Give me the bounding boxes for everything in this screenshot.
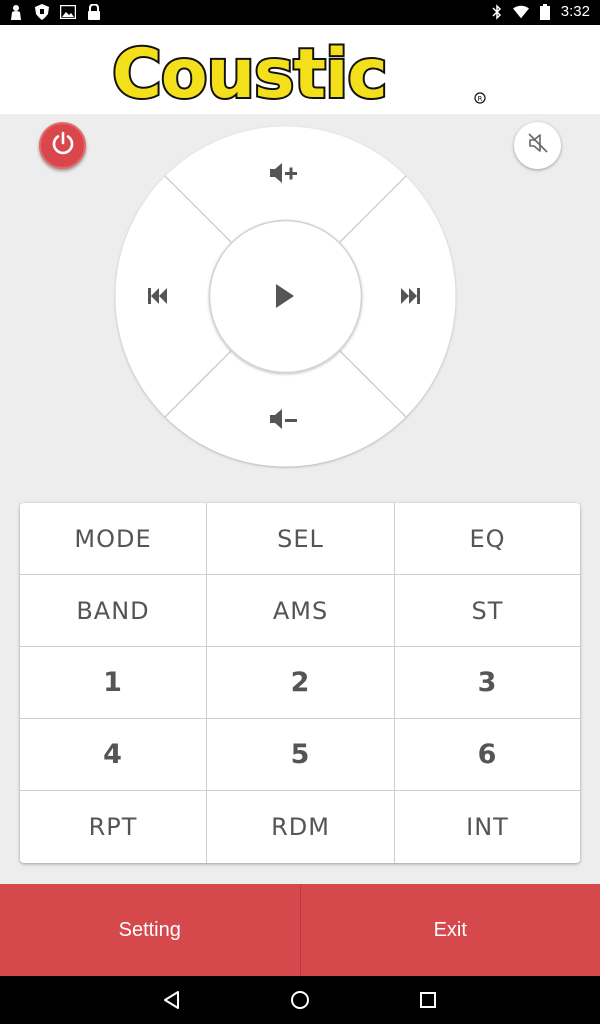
ams-key[interactable]: AMS: [207, 575, 395, 647]
bottom-action-bar: Setting Exit: [0, 884, 600, 976]
recents-button[interactable]: [414, 986, 442, 1014]
bluetooth-icon: [489, 3, 505, 20]
coustic-logo: Coustic R: [108, 33, 488, 116]
home-icon: [291, 991, 309, 1009]
band-key[interactable]: BAND: [20, 575, 207, 647]
key-2[interactable]: 2: [207, 647, 395, 719]
rpt-key[interactable]: RPT: [20, 791, 207, 863]
rdm-key[interactable]: RDM: [207, 791, 395, 863]
power-icon: [50, 130, 76, 161]
image-icon: [60, 4, 76, 20]
mode-key[interactable]: MODE: [20, 503, 207, 575]
battery-icon: [537, 3, 553, 20]
recents-icon: [420, 992, 436, 1008]
mute-button[interactable]: [514, 122, 561, 169]
system-nav-bar: [0, 976, 600, 1024]
wifi-icon: [512, 4, 529, 20]
app-header: Coustic R: [0, 25, 600, 116]
svg-text:Coustic: Coustic: [112, 37, 387, 107]
shield-icon: [34, 4, 50, 20]
key-5[interactable]: 5: [207, 719, 395, 791]
mute-icon: [525, 130, 551, 161]
key-6[interactable]: 6: [395, 719, 580, 791]
person-icon: [8, 4, 24, 20]
key-4[interactable]: 4: [20, 719, 207, 791]
key-1[interactable]: 1: [20, 647, 207, 719]
home-button[interactable]: [286, 986, 314, 1014]
keypad: MODE SEL EQ BAND AMS ST 1 2 3 4 5 6 RPT …: [20, 503, 580, 863]
status-bar: 3:32: [0, 0, 600, 25]
setting-button[interactable]: Setting: [0, 884, 300, 976]
media-dpad: [113, 124, 458, 469]
sel-key[interactable]: SEL: [207, 503, 395, 575]
power-button[interactable]: [39, 122, 86, 169]
st-key[interactable]: ST: [395, 575, 580, 647]
play-button[interactable]: [208, 219, 363, 374]
back-button[interactable]: [158, 986, 186, 1014]
eq-key[interactable]: EQ: [395, 503, 580, 575]
exit-button[interactable]: Exit: [301, 884, 600, 976]
status-clock: 3:32: [560, 3, 590, 20]
svg-text:R: R: [478, 95, 483, 103]
back-icon: [164, 991, 179, 1009]
int-key[interactable]: INT: [395, 791, 580, 863]
lock-icon: [86, 4, 102, 20]
key-3[interactable]: 3: [395, 647, 580, 719]
